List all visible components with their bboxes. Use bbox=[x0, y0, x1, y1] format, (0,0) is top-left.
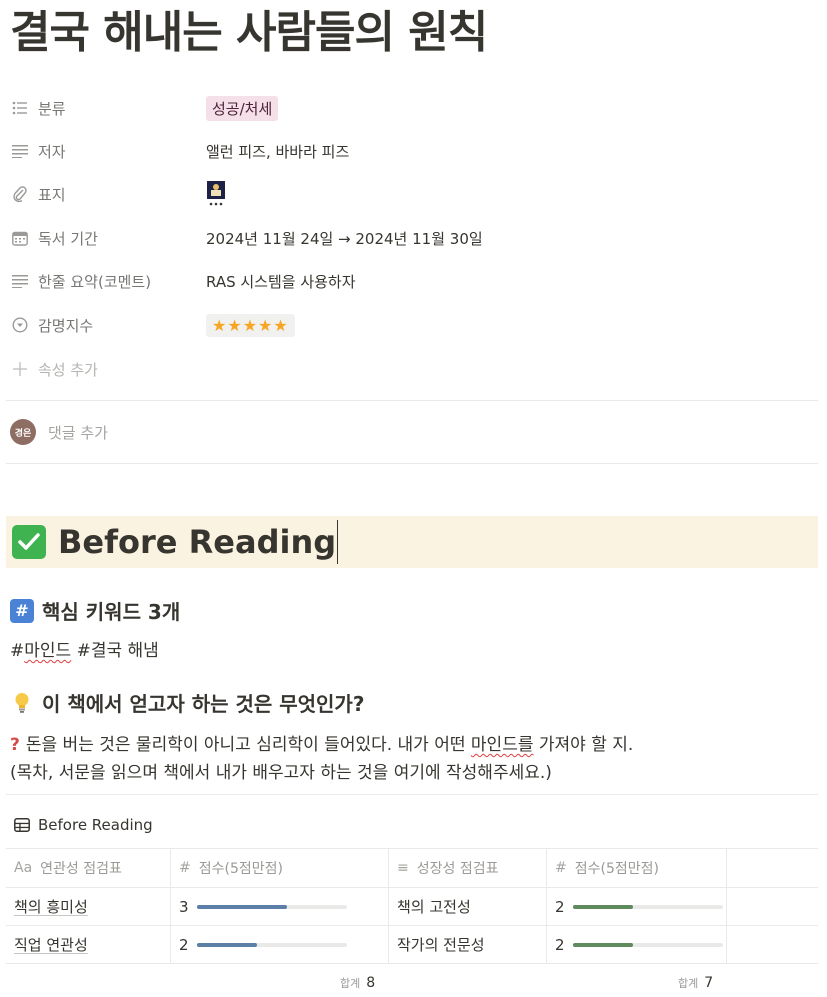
book-cover-thumbnail[interactable] bbox=[206, 181, 226, 207]
text-lines-icon bbox=[10, 141, 30, 161]
summary-value[interactable]: RAS 시스템을 사용하자 bbox=[206, 271, 356, 292]
text-lines-icon bbox=[10, 271, 30, 291]
property-label: 저자 bbox=[10, 141, 206, 162]
check-mark-icon bbox=[12, 525, 46, 559]
property-label: 분류 bbox=[10, 98, 206, 119]
column-header-score-1[interactable]: # 점수(5점만점) bbox=[171, 849, 389, 887]
score-bar-fill bbox=[573, 904, 633, 909]
column-header-add[interactable] bbox=[727, 849, 818, 887]
rating-stars[interactable]: ★★★★★ bbox=[206, 313, 295, 337]
question-mark-icon: ? bbox=[10, 735, 20, 755]
callout-before-reading[interactable]: Before Reading bbox=[6, 516, 818, 568]
callout-title[interactable]: Before Reading bbox=[58, 523, 336, 561]
relevance-cell[interactable]: 책의 흥미성 bbox=[14, 896, 88, 917]
paperclip-icon bbox=[10, 184, 30, 204]
author-value[interactable]: 앨런 피즈, 바바라 피즈 bbox=[206, 141, 349, 162]
score-bar bbox=[573, 942, 723, 947]
score-bar bbox=[197, 942, 347, 947]
period-value[interactable]: 2024년 11월 24일 → 2024년 11월 30일 bbox=[206, 228, 483, 249]
sum-score-1[interactable]: 합계 8 bbox=[340, 975, 375, 991]
goal-line-2[interactable]: (목차, 서문을 읽으며 책에서 내가 배우고자 하는 것을 여기에 작성해주세… bbox=[10, 758, 552, 783]
comment-placeholder[interactable]: 댓글 추가 bbox=[48, 422, 108, 443]
score-bar-fill bbox=[197, 942, 257, 947]
goal-line-1[interactable]: ? 돈을 버는 것은 물리학이 아니고 심리학이 들어있다. 내가 어떤 마인드를… bbox=[10, 730, 633, 755]
score-bar bbox=[197, 904, 347, 909]
score-bar-fill bbox=[573, 942, 633, 947]
table-header-row: Aa 연관성 점검표 # 점수(5점만점) ≡ 성장성 점검표 # 점수(5점만점) bbox=[6, 848, 818, 888]
keywords-heading[interactable]: # 핵심 키워드 3개 bbox=[10, 596, 180, 625]
score-bar bbox=[573, 904, 723, 909]
goal-heading[interactable]: 이 책에서 얻고자 하는 것은 무엇인가? bbox=[10, 688, 364, 717]
table-row[interactable]: 직업 연관성 2 작가의 전문성 2 bbox=[6, 926, 818, 964]
score-value: 2 bbox=[555, 935, 565, 954]
growth-cell[interactable]: 책의 고전성 bbox=[389, 888, 547, 925]
relevance-cell[interactable]: 직업 연관성 bbox=[14, 934, 88, 955]
divider bbox=[6, 794, 818, 795]
score-value: 2 bbox=[179, 935, 189, 954]
column-header-growth[interactable]: ≡ 성장성 점검표 bbox=[389, 849, 547, 887]
calendar-icon bbox=[10, 228, 30, 248]
divider bbox=[6, 463, 818, 464]
category-tag[interactable]: 성공/처세 bbox=[206, 95, 279, 121]
number-property-icon: # bbox=[555, 860, 567, 876]
property-label: 한줄 요약(코멘트) bbox=[10, 271, 206, 292]
score-bar-fill bbox=[197, 904, 287, 909]
property-summary[interactable]: 한줄 요약(코멘트) RAS 시스템을 사용하자 bbox=[10, 263, 820, 299]
score-value: 3 bbox=[179, 897, 189, 916]
text-lines-icon: ≡ bbox=[397, 860, 409, 876]
sum-score-2[interactable]: 합계 7 bbox=[678, 975, 713, 991]
database-table: Aa 연관성 점검표 # 점수(5점만점) ≡ 성장성 점검표 # 점수(5점만점) 책… bbox=[6, 848, 818, 964]
column-header-score-2[interactable]: # 점수(5점만점) bbox=[547, 849, 727, 887]
property-cover[interactable]: 표지 bbox=[10, 176, 820, 212]
list-icon bbox=[10, 98, 30, 118]
column-header-relevance[interactable]: Aa 연관성 점검표 bbox=[6, 849, 171, 887]
property-period[interactable]: 독서 기간 2024년 11월 24일 → 2024년 11월 30일 bbox=[10, 220, 820, 256]
text-property-icon: Aa bbox=[14, 860, 33, 876]
select-circle-icon bbox=[10, 315, 30, 335]
table-icon bbox=[14, 818, 30, 832]
table-row[interactable]: 책의 흥미성 3 책의 고전성 2 bbox=[6, 888, 818, 926]
avatar: 경은 bbox=[10, 419, 36, 445]
score-value: 2 bbox=[555, 897, 565, 916]
plus-icon bbox=[10, 359, 30, 379]
page-title[interactable]: 결국 해내는 사람들의 원칙 bbox=[10, 4, 488, 62]
add-comment[interactable]: 경은 댓글 추가 bbox=[10, 418, 108, 446]
hash-icon: # bbox=[10, 598, 34, 623]
database-title[interactable]: Before Reading bbox=[14, 816, 153, 834]
divider bbox=[6, 400, 818, 401]
property-label: 감명지수 bbox=[10, 315, 206, 336]
property-label: 표지 bbox=[10, 184, 206, 205]
lightbulb-icon bbox=[10, 692, 34, 714]
growth-cell[interactable]: 작가의 전문성 bbox=[389, 926, 547, 963]
keywords-text[interactable]: #마인드 #결국 해냄 bbox=[10, 636, 159, 661]
text-cursor bbox=[337, 520, 339, 564]
property-author[interactable]: 저자 앨런 피즈, 바바라 피즈 bbox=[10, 133, 820, 169]
add-property-button[interactable]: 속성 추가 bbox=[10, 351, 820, 387]
property-category[interactable]: 분류 성공/처세 bbox=[10, 90, 820, 126]
property-rating[interactable]: 감명지수 ★★★★★ bbox=[10, 307, 820, 343]
number-property-icon: # bbox=[179, 860, 191, 876]
property-label: 독서 기간 bbox=[10, 228, 206, 249]
